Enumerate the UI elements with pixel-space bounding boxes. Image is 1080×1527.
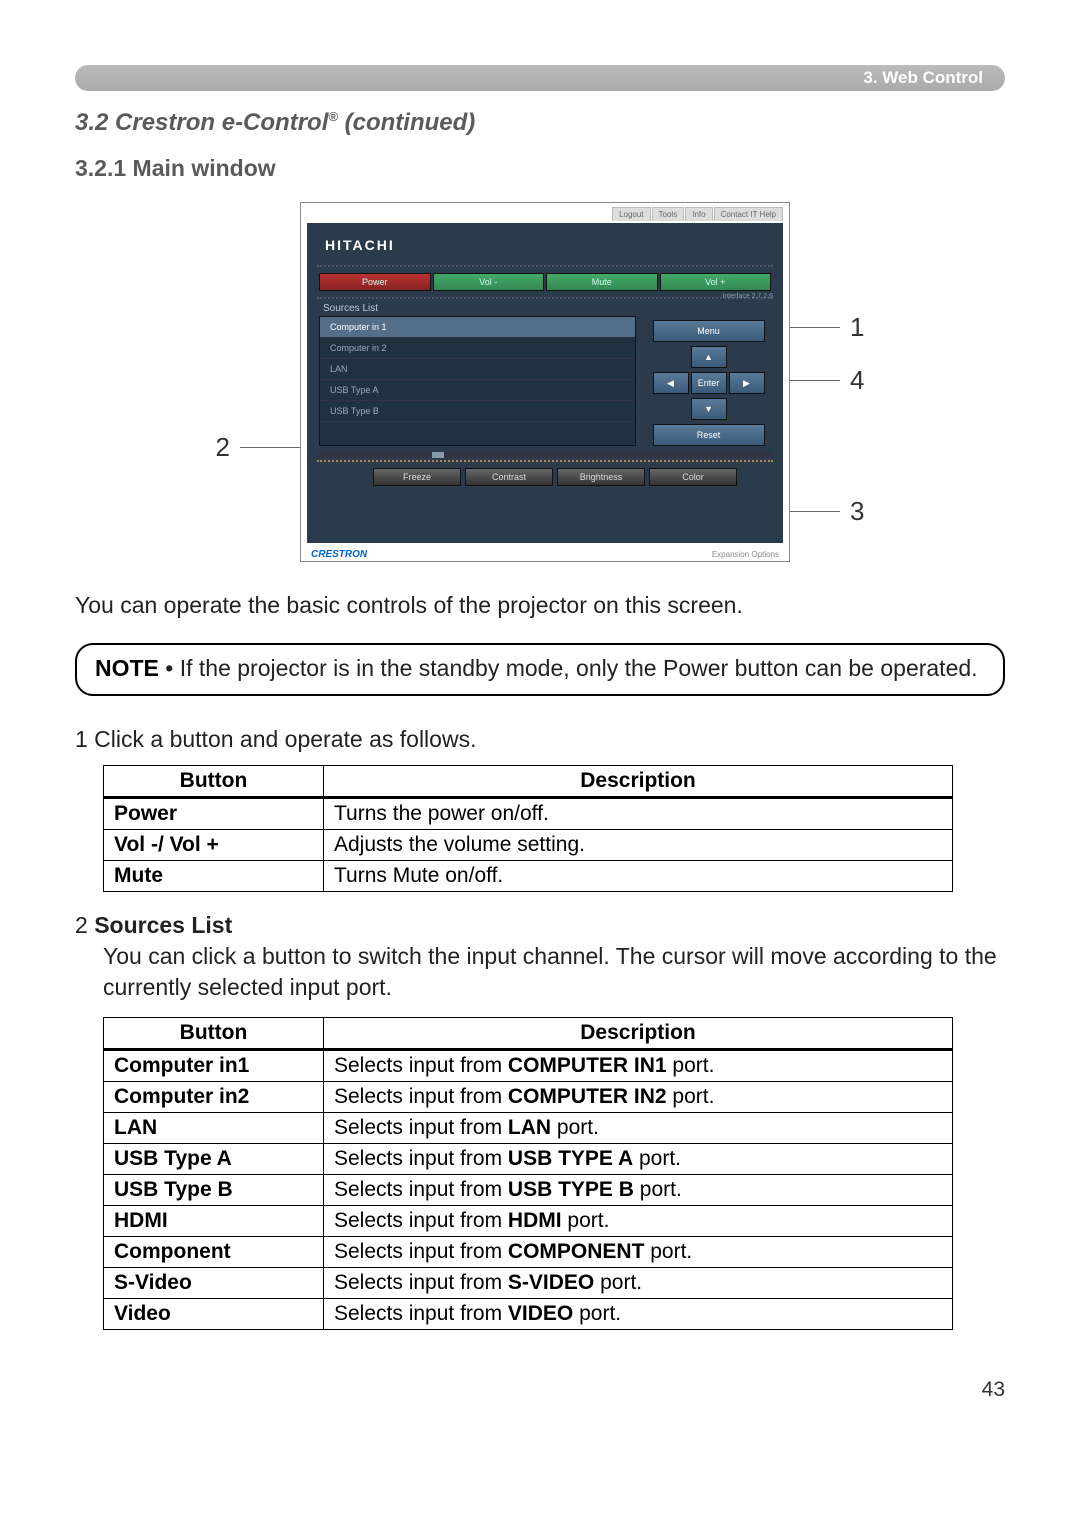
power-button[interactable]: Power bbox=[319, 273, 431, 291]
enter-button[interactable]: Enter bbox=[691, 372, 727, 394]
t2-header-button: Button bbox=[104, 1018, 324, 1050]
step-1-text: 1 Click a button and operate as follows. bbox=[75, 726, 1005, 753]
sources-scrollbar[interactable] bbox=[319, 452, 771, 458]
brightness-button[interactable]: Brightness bbox=[557, 468, 645, 486]
cell-description: Selects input from COMPUTER IN1 port. bbox=[324, 1050, 953, 1082]
page-number: 43 bbox=[75, 1378, 1005, 1402]
vol-down-button[interactable]: Vol - bbox=[433, 273, 545, 291]
hitachi-logo: HITACHI bbox=[313, 229, 777, 263]
sources-list-label: Sources List bbox=[313, 301, 777, 316]
t1-header-button: Button bbox=[104, 766, 324, 798]
cell-button: USB Type B bbox=[104, 1175, 324, 1206]
cell-description: Turns Mute on/off. bbox=[324, 861, 953, 892]
menu-button[interactable]: Menu bbox=[653, 320, 765, 342]
section-title: 3.2 Crestron e-Control® (continued) bbox=[75, 109, 1005, 137]
cell-button: Mute bbox=[104, 861, 324, 892]
table-row: MuteTurns Mute on/off. bbox=[104, 861, 953, 892]
cell-button: Power bbox=[104, 798, 324, 830]
cell-button: LAN bbox=[104, 1113, 324, 1144]
source-computer-in-1[interactable]: Computer in 1 bbox=[320, 317, 635, 338]
note-box: NOTE • If the projector is in the standb… bbox=[75, 643, 1005, 696]
callout-4: 4 bbox=[850, 365, 864, 396]
ui-tab-bar: Logout Tools Info Contact IT Help bbox=[301, 203, 789, 221]
sources-list: Computer in 1 Computer in 2 LAN USB Type… bbox=[319, 316, 636, 446]
crestron-ui-screenshot: Logout Tools Info Contact IT Help HITACH… bbox=[300, 202, 790, 562]
table-row: S-VideoSelects input from S-VIDEO port. bbox=[104, 1268, 953, 1299]
cell-description: Selects input from HDMI port. bbox=[324, 1206, 953, 1237]
cell-button: Computer in2 bbox=[104, 1082, 324, 1113]
sources-list-desc: You can click a button to switch the inp… bbox=[103, 941, 1005, 1003]
table-row: USB Type ASelects input from USB TYPE A … bbox=[104, 1144, 953, 1175]
note-label: NOTE bbox=[95, 655, 159, 681]
intro-text: You can operate the basic controls of th… bbox=[75, 590, 1005, 621]
cell-button: S-Video bbox=[104, 1268, 324, 1299]
cell-button: Video bbox=[104, 1299, 324, 1330]
cell-description: Selects input from LAN port. bbox=[324, 1113, 953, 1144]
tab-logout[interactable]: Logout bbox=[612, 207, 650, 221]
sources-list-heading: 2 Sources List bbox=[75, 912, 1005, 939]
cell-button: USB Type A bbox=[104, 1144, 324, 1175]
reset-button[interactable]: Reset bbox=[653, 424, 765, 446]
subsection-title: 3.2.1 Main window bbox=[75, 155, 1005, 182]
cell-description: Selects input from COMPUTER IN2 port. bbox=[324, 1082, 953, 1113]
cell-button: Component bbox=[104, 1237, 324, 1268]
cell-description: Turns the power on/off. bbox=[324, 798, 953, 830]
button-table-1: Button Description PowerTurns the power … bbox=[103, 765, 953, 892]
table-row: HDMISelects input from HDMI port. bbox=[104, 1206, 953, 1237]
crestron-logo: CRESTRON bbox=[311, 549, 367, 560]
chapter-header-bar: 3. Web Control bbox=[75, 65, 1005, 91]
cell-button: Vol -/ Vol + bbox=[104, 830, 324, 861]
freeze-button[interactable]: Freeze bbox=[373, 468, 461, 486]
cell-description: Selects input from USB TYPE B port. bbox=[324, 1175, 953, 1206]
cell-description: Selects input from COMPONENT port. bbox=[324, 1237, 953, 1268]
mute-button[interactable]: Mute bbox=[546, 273, 658, 291]
t2-header-description: Description bbox=[324, 1018, 953, 1050]
nav-down-icon[interactable]: ▼ bbox=[691, 398, 727, 420]
source-usb-type-b[interactable]: USB Type B bbox=[320, 401, 635, 422]
contrast-button[interactable]: Contrast bbox=[465, 468, 553, 486]
color-button[interactable]: Color bbox=[649, 468, 737, 486]
ui-top-controls: Power Vol - Mute Vol + bbox=[313, 269, 777, 295]
cell-button: HDMI bbox=[104, 1206, 324, 1237]
source-computer-in-2[interactable]: Computer in 2 bbox=[320, 338, 635, 359]
cell-description: Adjusts the volume setting. bbox=[324, 830, 953, 861]
cell-description: Selects input from USB TYPE A port. bbox=[324, 1144, 953, 1175]
registered-symbol: ® bbox=[328, 109, 338, 124]
note-text: • If the projector is in the standby mod… bbox=[159, 655, 978, 681]
navigation-pad: Menu ▲ ◀ Enter ▶ ▼ Reset bbox=[646, 316, 771, 446]
vol-up-button[interactable]: Vol + bbox=[660, 273, 772, 291]
chapter-label: 3. Web Control bbox=[863, 68, 983, 88]
cell-description: Selects input from VIDEO port. bbox=[324, 1299, 953, 1330]
tab-info[interactable]: Info bbox=[685, 207, 712, 221]
button-table-2: Button Description Computer in1Selects i… bbox=[103, 1017, 953, 1330]
callout-1: 1 bbox=[850, 312, 864, 343]
table-row: LANSelects input from LAN port. bbox=[104, 1113, 953, 1144]
main-window-figure: 2 Logout Tools Info Contact IT Help HITA… bbox=[75, 202, 1005, 562]
table-row: USB Type BSelects input from USB TYPE B … bbox=[104, 1175, 953, 1206]
tab-tools[interactable]: Tools bbox=[652, 207, 685, 221]
source-lan[interactable]: LAN bbox=[320, 359, 635, 380]
cell-description: Selects input from S-VIDEO port. bbox=[324, 1268, 953, 1299]
source-usb-type-a[interactable]: USB Type A bbox=[320, 380, 635, 401]
expansion-options[interactable]: Expansion Options bbox=[712, 550, 779, 559]
tab-contact[interactable]: Contact IT Help bbox=[714, 207, 783, 221]
ui-bottom-controls: Freeze Contrast Brightness Color bbox=[313, 464, 777, 488]
table-row: ComponentSelects input from COMPONENT po… bbox=[104, 1237, 953, 1268]
callout-3: 3 bbox=[850, 496, 864, 527]
table-row: Computer in1Selects input from COMPUTER … bbox=[104, 1050, 953, 1082]
table-row: Vol -/ Vol +Adjusts the volume setting. bbox=[104, 830, 953, 861]
interface-version: Interface 2.7.2.6 bbox=[722, 293, 773, 300]
nav-left-icon[interactable]: ◀ bbox=[653, 372, 689, 394]
table-row: PowerTurns the power on/off. bbox=[104, 798, 953, 830]
t1-header-description: Description bbox=[324, 766, 953, 798]
callout-2: 2 bbox=[216, 432, 230, 463]
nav-up-icon[interactable]: ▲ bbox=[691, 346, 727, 368]
cell-button: Computer in1 bbox=[104, 1050, 324, 1082]
nav-right-icon[interactable]: ▶ bbox=[729, 372, 765, 394]
table-row: VideoSelects input from VIDEO port. bbox=[104, 1299, 953, 1330]
table-row: Computer in2Selects input from COMPUTER … bbox=[104, 1082, 953, 1113]
